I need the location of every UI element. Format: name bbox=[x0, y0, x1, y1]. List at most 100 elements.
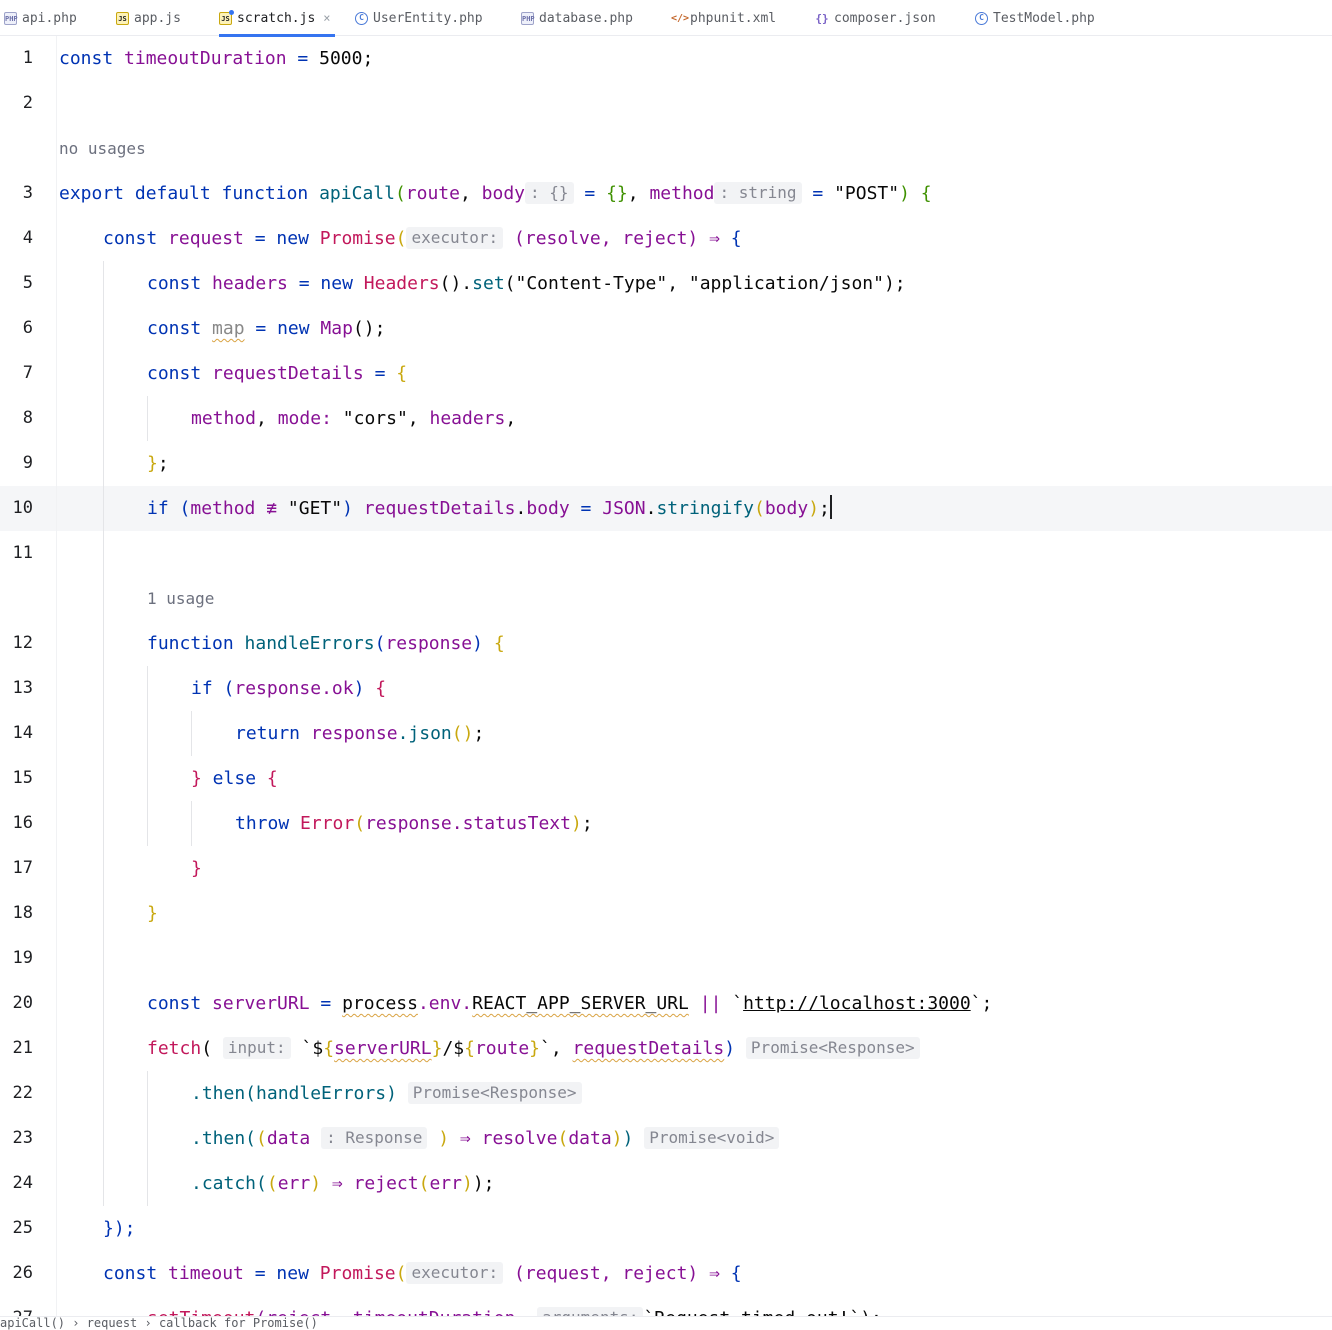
tab-database-php[interactable]: PHP database.php bbox=[521, 0, 633, 36]
line-number: 27 bbox=[0, 1296, 33, 1316]
tab-label: phpunit.xml bbox=[690, 10, 777, 26]
line-number: 2 bbox=[22, 93, 33, 113]
line-number: 3 bbox=[22, 183, 33, 203]
text-caret bbox=[829, 495, 832, 519]
line-number: 26 bbox=[12, 1263, 33, 1283]
tab-testmodel-php[interactable]: C TestModel.php bbox=[975, 0, 1095, 36]
line-number: 16 bbox=[12, 813, 33, 833]
usages-lens[interactable]: 1 usage bbox=[147, 576, 214, 621]
tab-label: composer.json bbox=[834, 10, 936, 26]
url-link[interactable]: http://localhost:3000 bbox=[743, 993, 971, 1014]
tab-label: scratch.js bbox=[237, 10, 316, 26]
code-editor[interactable]: 1 2 3 4 5 6 7 8 9 10 11 12 13 14 15 16 1… bbox=[0, 36, 1332, 1316]
php-class-icon: C bbox=[355, 11, 368, 25]
json-file-icon: {} bbox=[815, 11, 829, 25]
line-number: 12 bbox=[12, 633, 33, 653]
code-line-10: if (method ≢ "GET") requestDetails.body … bbox=[147, 486, 832, 531]
line-number: 6 bbox=[22, 318, 33, 338]
code-line-17: } bbox=[191, 858, 202, 879]
line-number: 21 bbox=[12, 1038, 33, 1058]
type-hint: Promise<Response> bbox=[407, 1082, 582, 1104]
line-number: 14 bbox=[12, 723, 33, 743]
tab-label: database.php bbox=[539, 10, 633, 26]
line-number: 10 bbox=[12, 498, 33, 518]
tab-api-php[interactable]: PHP api.php bbox=[4, 0, 77, 36]
parameter-hint: arguments: bbox=[537, 1307, 644, 1316]
line-number: 24 bbox=[12, 1173, 33, 1193]
indent-guide bbox=[191, 801, 192, 846]
type-hint: Promise<void> bbox=[644, 1127, 780, 1149]
indent-guide bbox=[191, 711, 192, 756]
line-number: 19 bbox=[12, 948, 33, 968]
code-line-13: if (response.ok) { bbox=[191, 678, 387, 699]
js-file-icon: JS bbox=[219, 9, 234, 25]
editor-tab-bar: PHP api.php JS app.js JS scratch.js × C … bbox=[0, 0, 1332, 37]
tab-label: api.php bbox=[22, 10, 77, 26]
tab-composer-json[interactable]: {} composer.json bbox=[815, 0, 936, 36]
indent-guide bbox=[147, 1071, 148, 1206]
tab-userentity-php[interactable]: C UserEntity.php bbox=[355, 0, 483, 36]
code-line-7: const requestDetails = { bbox=[147, 363, 408, 384]
tab-app-js[interactable]: JS app.js bbox=[116, 0, 181, 36]
line-number: 20 bbox=[12, 993, 33, 1013]
code-line-14: return response.json(); bbox=[235, 723, 485, 744]
tab-label: UserEntity.php bbox=[373, 10, 483, 26]
php-class-icon: C bbox=[975, 11, 988, 25]
code-line-1: const timeoutDuration = 5000; bbox=[59, 48, 374, 69]
line-number: 8 bbox=[22, 408, 33, 428]
code-line-12: function handleErrors(response) { bbox=[147, 633, 505, 654]
parameter-hint: input: bbox=[222, 1037, 291, 1059]
code-line-5: const headers = new Headers().set("Conte… bbox=[147, 273, 906, 294]
code-line-4: const request = new Promise(executor: (r… bbox=[103, 227, 742, 249]
indent-guide bbox=[147, 666, 148, 846]
close-tab-icon[interactable]: × bbox=[323, 11, 330, 25]
php-file-icon: PHP bbox=[4, 11, 18, 25]
indent-guide bbox=[103, 261, 104, 1206]
usages-lens[interactable]: no usages bbox=[59, 126, 146, 171]
tab-label: app.js bbox=[134, 10, 181, 26]
line-number: 13 bbox=[12, 678, 33, 698]
code-line-27: setTimeout(reject, timeoutDuration, argu… bbox=[147, 1296, 882, 1316]
type-hint: Promise<Response> bbox=[745, 1037, 920, 1059]
breadcrumb[interactable]: apiCall() › request › callback for Promi… bbox=[0, 1316, 1332, 1330]
tab-label: TestModel.php bbox=[993, 10, 1095, 26]
code-line-26: const timeout = new Promise(executor: (r… bbox=[103, 1262, 742, 1284]
code-line-3: export default function apiCall(route, b… bbox=[59, 182, 932, 204]
code-line-15: } else { bbox=[191, 768, 278, 789]
parameter-hint: executor: bbox=[406, 227, 504, 249]
js-file-icon: JS bbox=[116, 11, 129, 25]
type-hint: : {} bbox=[525, 182, 574, 204]
code-line-25: }); bbox=[103, 1218, 136, 1239]
code-line-24: .catch((err) ⇒ reject(err)); bbox=[191, 1173, 495, 1194]
indent-guide bbox=[147, 396, 148, 441]
line-number: 5 bbox=[22, 273, 33, 293]
code-line-23: .then((data : Response ) ⇒ resolve(data)… bbox=[191, 1116, 780, 1161]
code-line-6: const map = new Map(); bbox=[147, 318, 386, 339]
tab-phpunit-xml[interactable]: </> phpunit.xml bbox=[671, 0, 776, 36]
code-line-8: method, mode: "cors", headers, bbox=[191, 408, 517, 429]
line-number: 15 bbox=[12, 768, 33, 788]
code-line-22: .then(handleErrors) Promise<Response> bbox=[191, 1071, 582, 1116]
line-number: 7 bbox=[22, 363, 33, 383]
line-number: 11 bbox=[12, 543, 33, 563]
line-number: 17 bbox=[12, 858, 33, 878]
line-number: 22 bbox=[12, 1083, 33, 1103]
line-number: 4 bbox=[22, 228, 33, 248]
xml-file-icon: </> bbox=[671, 12, 690, 24]
code-line-18: } bbox=[147, 903, 158, 924]
php-file-icon: PHP bbox=[521, 11, 535, 25]
line-number: 25 bbox=[12, 1218, 33, 1238]
line-number: 9 bbox=[22, 453, 33, 473]
code-line-16: throw Error(response.statusText); bbox=[235, 813, 593, 834]
type-hint: : Response bbox=[321, 1127, 428, 1149]
line-number: 1 bbox=[22, 48, 33, 68]
line-number: 18 bbox=[12, 903, 33, 923]
code-line-21: fetch( input: `${serverURL}/${route}`, r… bbox=[147, 1026, 920, 1071]
code-line-20: const serverURL = process.env.REACT_APP_… bbox=[147, 993, 993, 1014]
tab-scratch-js[interactable]: JS scratch.js × bbox=[219, 0, 335, 37]
parameter-hint: executor: bbox=[406, 1262, 504, 1284]
gutter-divider bbox=[56, 36, 57, 1316]
code-line-9: }; bbox=[147, 453, 169, 474]
type-hint: : string bbox=[714, 182, 802, 204]
line-number: 23 bbox=[12, 1128, 33, 1148]
